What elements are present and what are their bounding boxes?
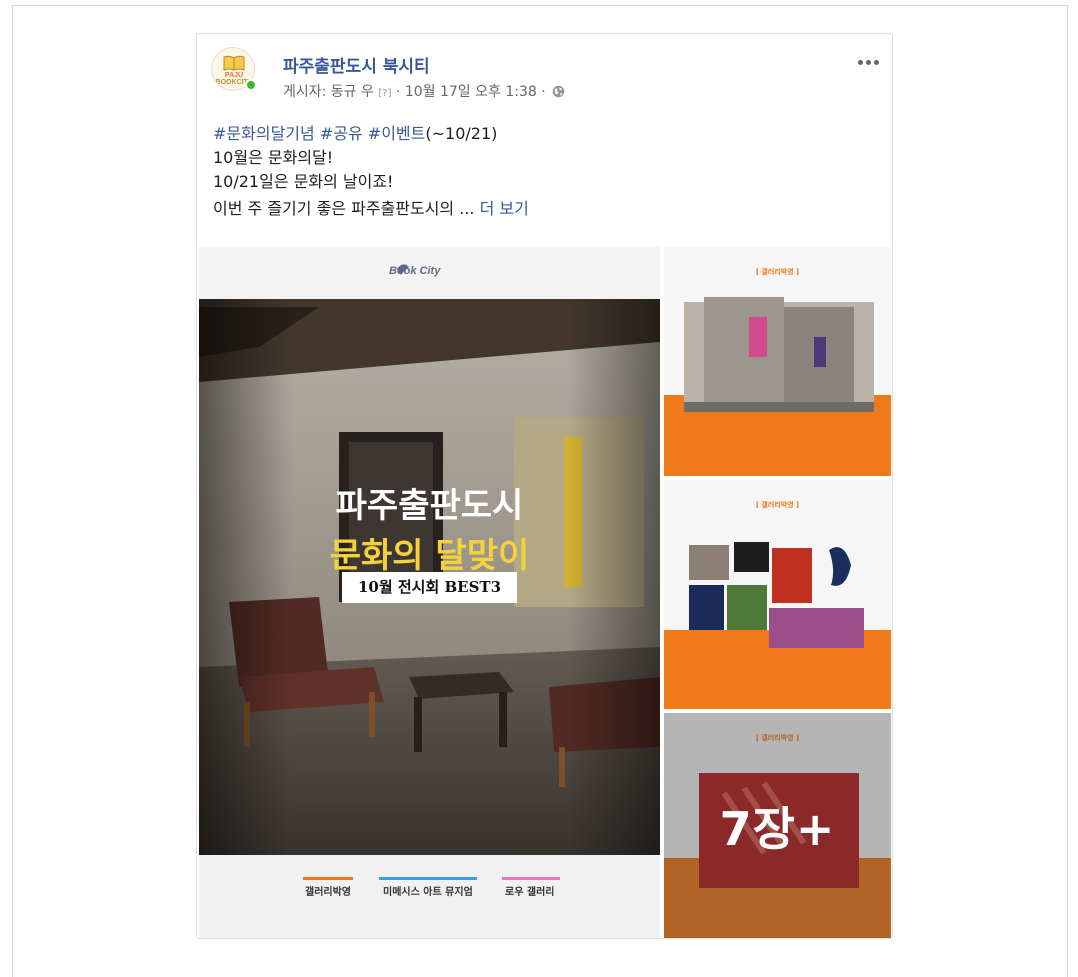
more-options-icon[interactable] bbox=[858, 58, 882, 68]
side-photo-2[interactable]: [ 갤러리박영 ] bbox=[664, 480, 891, 709]
side-photo-title: [ 갤러리박영 ] bbox=[755, 267, 800, 276]
main-photo[interactable]: Book City 파주출판도시 문화의 달맞이 10월 전시회 BEST3 갤… bbox=[199, 247, 660, 938]
hashtag-link[interactable]: #문화의달기념 bbox=[213, 124, 315, 143]
post-line: 10월은 문화의달! bbox=[213, 148, 334, 167]
author-label: 게시자: 동규 우 bbox=[283, 84, 379, 100]
side-photo-title: [ 갤러리박영 ] bbox=[755, 500, 800, 509]
post-line-hashtags: #문화의달기념 #공유 #이벤트(~10/21) bbox=[213, 122, 873, 146]
help-marker[interactable]: [?] bbox=[378, 88, 391, 99]
see-more-link[interactable]: 더 보기 bbox=[480, 199, 529, 218]
more-photos-overlay[interactable]: 7장+ bbox=[664, 713, 891, 938]
post-line: 10/21일은 문화의 날이죠! bbox=[213, 172, 394, 191]
hashtag-tail: (~10/21) bbox=[425, 124, 498, 143]
bookcity-logo: Book City bbox=[389, 265, 441, 277]
main-subtitle: 10월 전시회 BEST3 bbox=[357, 578, 502, 596]
side-photo-1[interactable]: [ 갤러리박영 ] bbox=[664, 247, 891, 476]
post-timestamp[interactable]: 10월 17일 오후 1:38 bbox=[405, 84, 537, 100]
hashtag-link[interactable]: #이벤트 bbox=[368, 124, 426, 143]
facebook-post: PAJU BOOKCITY 파주출판도시 북시티 게시자: 동규 우 [?] · … bbox=[196, 33, 893, 939]
preview-text: 이번 주 즐기기 좋은 파주출판도시의 ... bbox=[213, 199, 480, 218]
page-name-link[interactable]: 파주출판도시 북시티 bbox=[283, 52, 430, 77]
more-photos-count: 7장+ bbox=[719, 801, 836, 856]
gallery-label: 로우 갤러리 bbox=[505, 887, 555, 898]
book-icon bbox=[223, 55, 245, 71]
main-title-line1: 파주출판도시 bbox=[335, 486, 524, 526]
post-line-preview: 이번 주 즐기기 좋은 파주출판도시의 ... 더 보기 bbox=[213, 197, 873, 221]
meta-separator: · bbox=[391, 84, 405, 100]
meta-separator-2: · bbox=[536, 84, 551, 100]
artworks-illustration bbox=[664, 480, 891, 709]
online-status-dot bbox=[245, 79, 257, 91]
post-message: #문화의달기념 #공유 #이벤트(~10/21) 10월은 문화의달! 10/2… bbox=[213, 122, 873, 221]
main-title-line2: 문화의 달맞이 bbox=[329, 536, 530, 576]
side-photo-3[interactable]: [ 갤러리박영 ] 7장+ bbox=[664, 713, 891, 938]
gallery-label: 갤러리박영 bbox=[305, 887, 351, 898]
gallery-label: 미메시스 아트 뮤지엄 bbox=[383, 887, 473, 898]
building-illustration bbox=[664, 247, 891, 476]
post-meta: 게시자: 동규 우 [?] · 10월 17일 오후 1:38 · bbox=[283, 81, 565, 101]
hashtag-link[interactable]: #공유 bbox=[320, 124, 363, 143]
globe-icon[interactable] bbox=[552, 85, 565, 98]
